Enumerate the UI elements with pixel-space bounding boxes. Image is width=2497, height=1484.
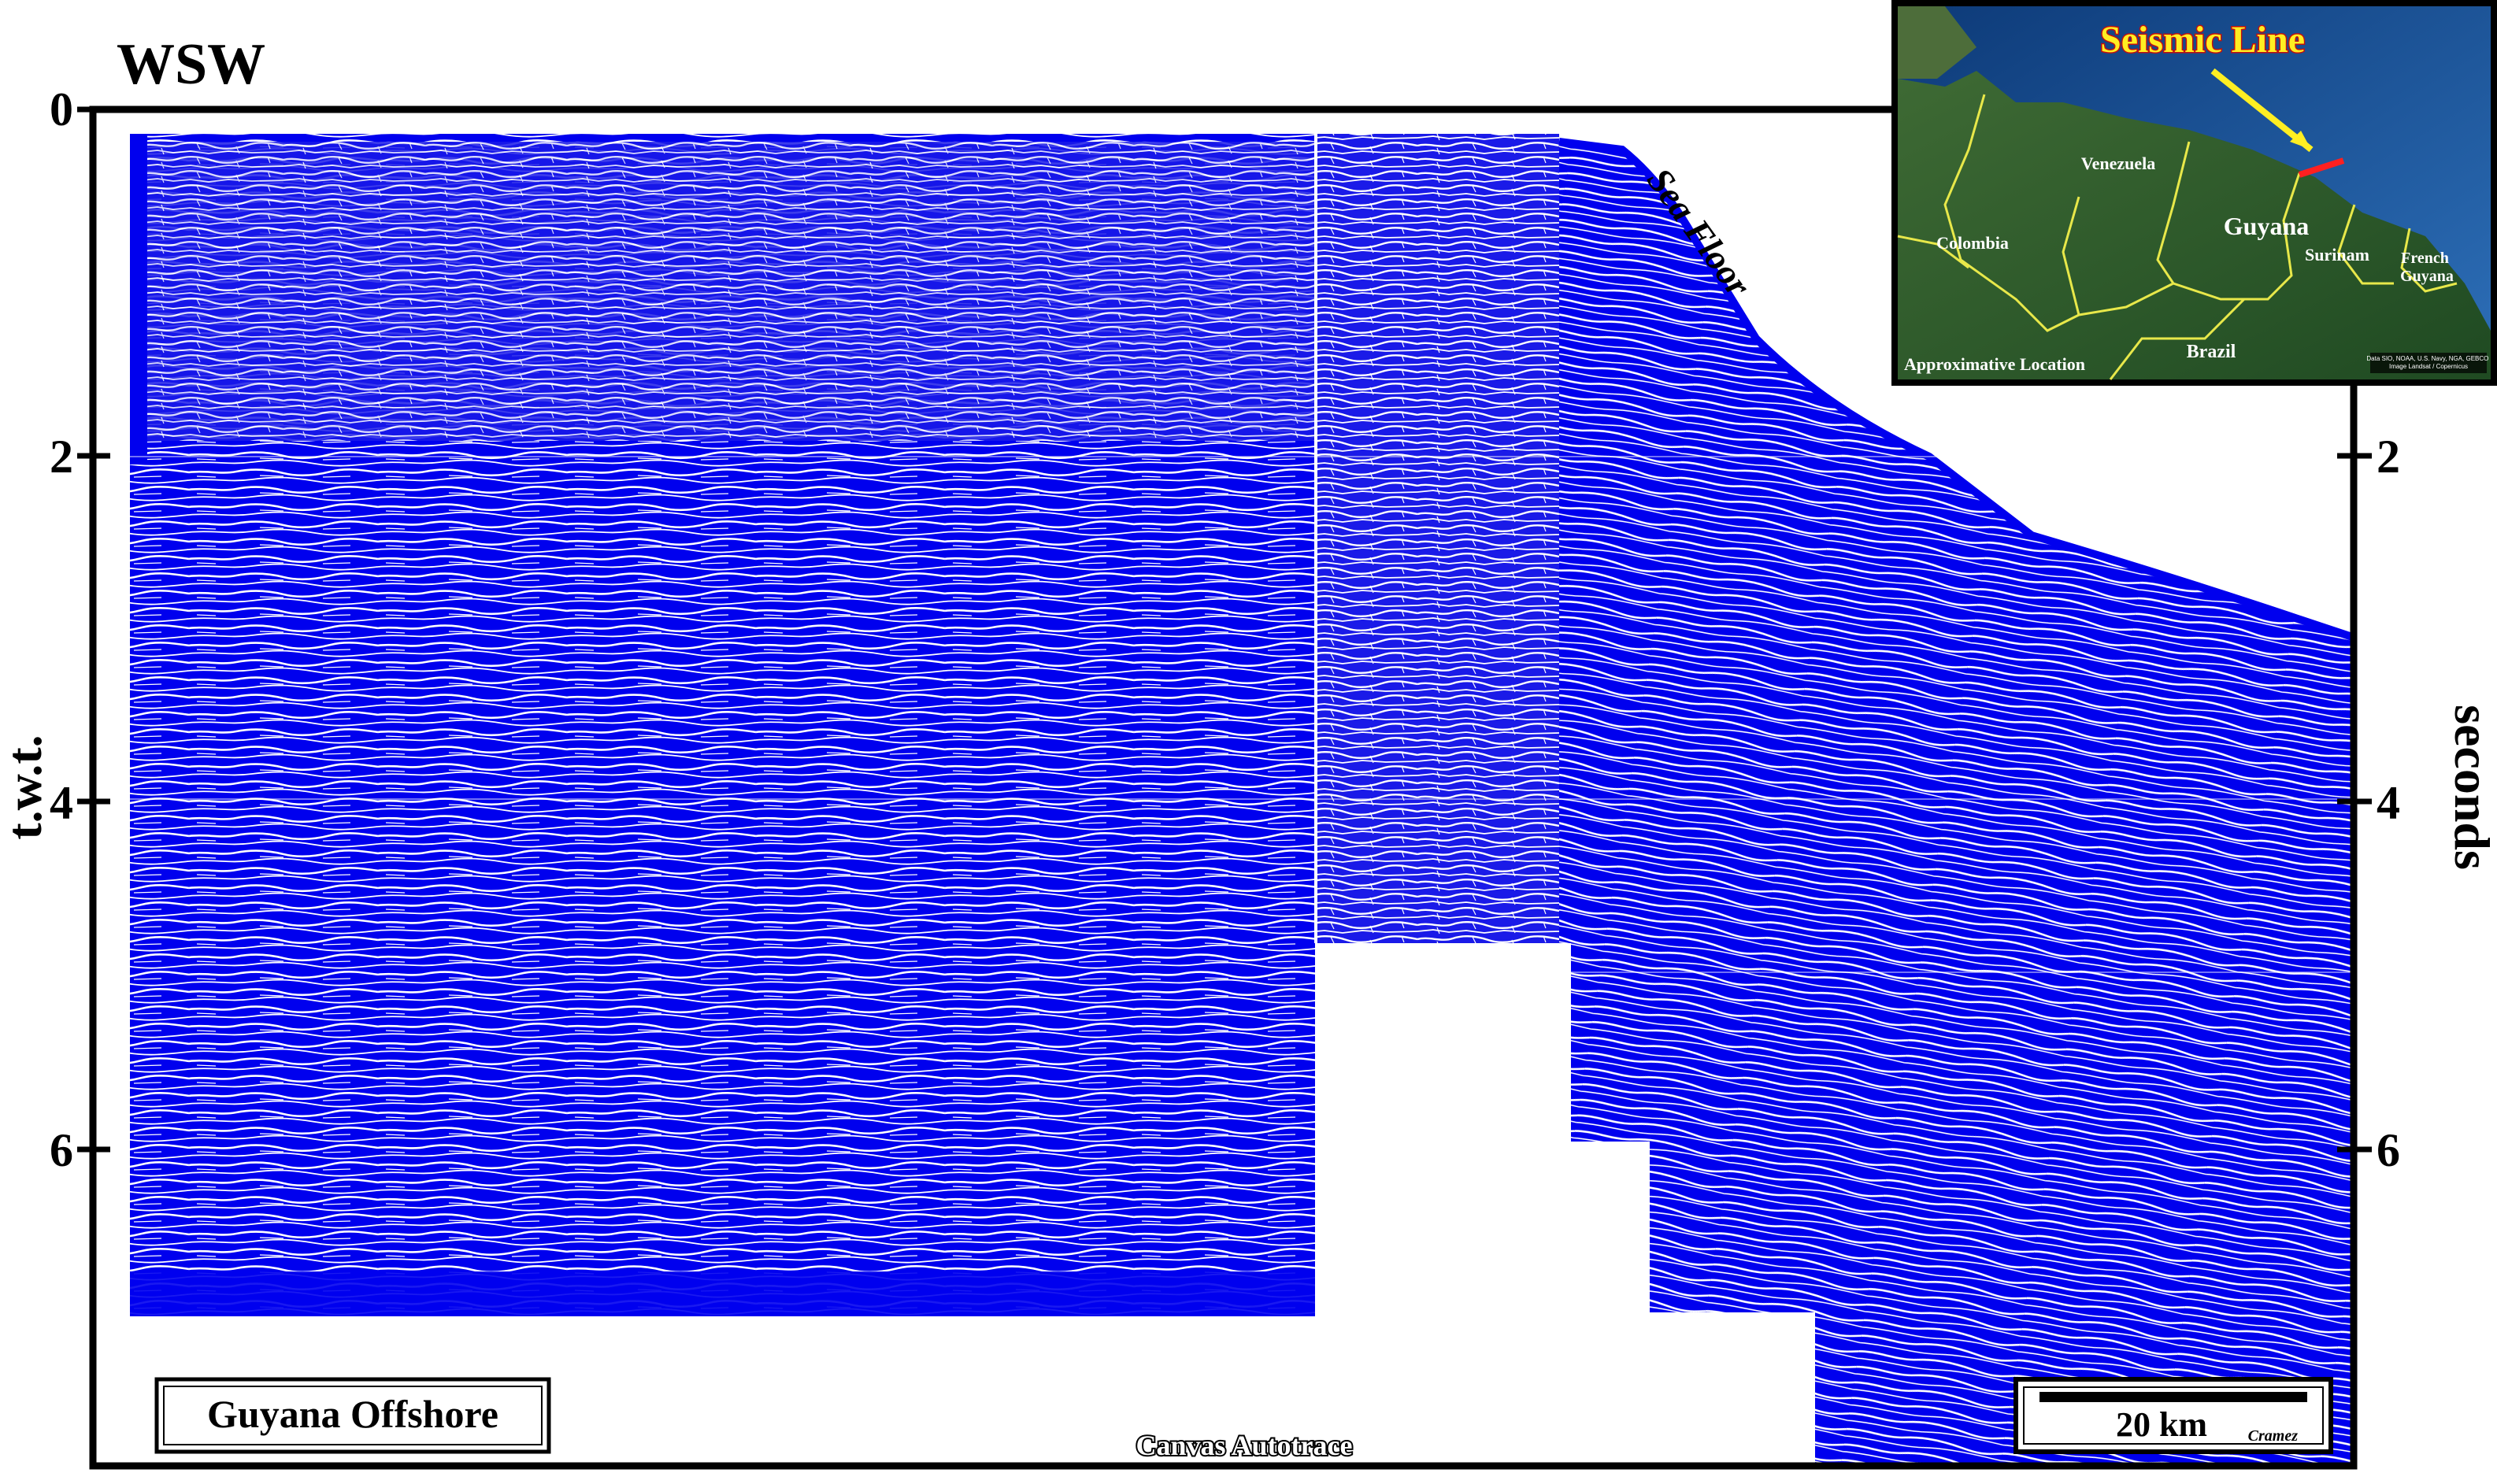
- left-axis-title: t.w.t.: [0, 735, 52, 839]
- left-tick-0: 0: [50, 83, 73, 135]
- left-tick-2: 2: [50, 431, 73, 483]
- seismic-panel-middle: [1317, 134, 1559, 943]
- map-label-venezuela: Venezuela: [2081, 154, 2156, 173]
- map-label-french-guyana: French Guyana: [2400, 250, 2454, 285]
- left-tick-4: 4: [50, 777, 73, 829]
- location-label: Guyana Offshore: [207, 1392, 498, 1436]
- location-box: Guyana Offshore: [154, 1377, 551, 1454]
- right-tick-6: 6: [2377, 1124, 2400, 1176]
- seismic-panel-west-upper-noise: [130, 142, 1315, 441]
- seismic-figure: 0 2 4 6 2 4 6 t.w.t. seconds WSW Sea Flo…: [0, 0, 2497, 1470]
- map-label-surinam: Surinam: [2305, 245, 2369, 265]
- inset-map: Seismic Line Venezuela Colombia Guyana S…: [1891, 0, 2497, 386]
- left-tick-6: 6: [50, 1124, 73, 1176]
- scale-bar-label: 20 km: [2116, 1405, 2207, 1444]
- direction-label: WSW: [117, 32, 265, 97]
- right-tick-4: 4: [2377, 777, 2400, 829]
- scale-bar-author: Cramez: [2248, 1427, 2299, 1445]
- map-label-colombia: Colombia: [1936, 233, 2009, 253]
- inset-map-footer: Approximative Location: [1904, 354, 2085, 374]
- watermark: Canvas Autotrace: [1136, 1430, 1353, 1461]
- map-label-brazil: Brazil: [2187, 342, 2236, 362]
- scale-bar: 20 km Cramez: [2014, 1377, 2333, 1454]
- right-axis-title: seconds: [2444, 705, 2497, 870]
- inset-map-title: Seismic Line: [2100, 19, 2305, 61]
- map-label-guyana: Guyana: [2224, 212, 2309, 240]
- right-tick-2: 2: [2377, 431, 2400, 483]
